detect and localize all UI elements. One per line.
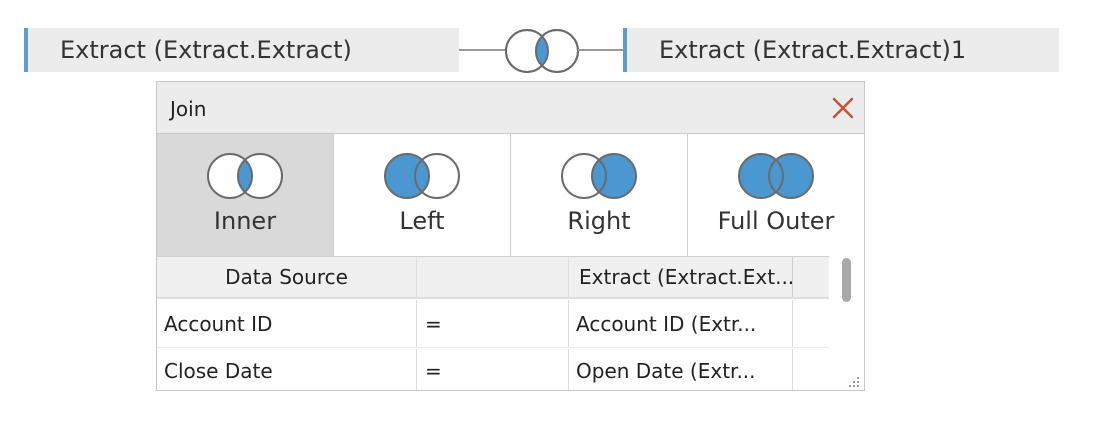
right-field[interactable]: Open Date (Extr... [569,349,793,390]
row-spacer [793,349,829,390]
join-type-label: Left [399,207,445,235]
join-type-inner[interactable]: Inner [157,134,334,256]
dialog-title: Join [170,97,207,121]
header-spacer [793,257,829,297]
left-field[interactable]: Account ID [157,300,417,347]
join-type-label: Inner [213,207,277,235]
right-data-source-label: Extract (Extract.Extract)1 [659,36,967,64]
row-spacer [793,300,829,347]
header-data-source[interactable]: Data Source [157,257,417,297]
header-operator [417,257,569,297]
join-type-left[interactable]: Left [334,134,511,256]
left-data-source[interactable]: Extract (Extract.Extract) [24,28,459,72]
join-type-label: Full Outer [717,207,835,235]
resize-grip-icon[interactable] [846,376,860,388]
join-type-label: Right [567,207,631,235]
inner-join-icon [207,153,283,199]
header-right-source[interactable]: Extract (Extract.Ext... [569,257,793,297]
scrollbar-thumb[interactable] [842,258,851,302]
join-type-selector: Inner Left Right Full Outer [157,134,864,256]
grid-header-row: Data Source Extract (Extract.Ext... [157,257,829,299]
left-field[interactable]: Close Date [157,349,417,390]
right-data-source[interactable]: Extract (Extract.Extract)1 [623,28,1059,72]
full-outer-join-icon [738,153,814,199]
left-join-icon [384,153,460,199]
join-type-full-outer[interactable]: Full Outer [688,134,864,256]
close-icon[interactable] [831,96,855,120]
dialog-header: Join [157,82,864,134]
operator[interactable]: = [417,349,569,390]
right-field[interactable]: Account ID (Extr... [569,300,793,347]
join-clause-grid: Data Source Extract (Extract.Ext... Acco… [157,256,829,390]
inner-join-venn-icon[interactable] [503,26,581,76]
table-row[interactable]: Close Date = Open Date (Extr... [157,349,829,390]
right-join-icon [561,153,637,199]
join-connector-right [578,49,623,51]
join-connector-left [459,49,506,51]
left-data-source-label: Extract (Extract.Extract) [60,36,352,64]
join-dialog: Join Inner Left Right Full Outer Data So… [156,81,865,391]
join-type-right[interactable]: Right [511,134,688,256]
table-row[interactable]: Account ID = Account ID (Extr... [157,300,829,348]
operator[interactable]: = [417,300,569,347]
